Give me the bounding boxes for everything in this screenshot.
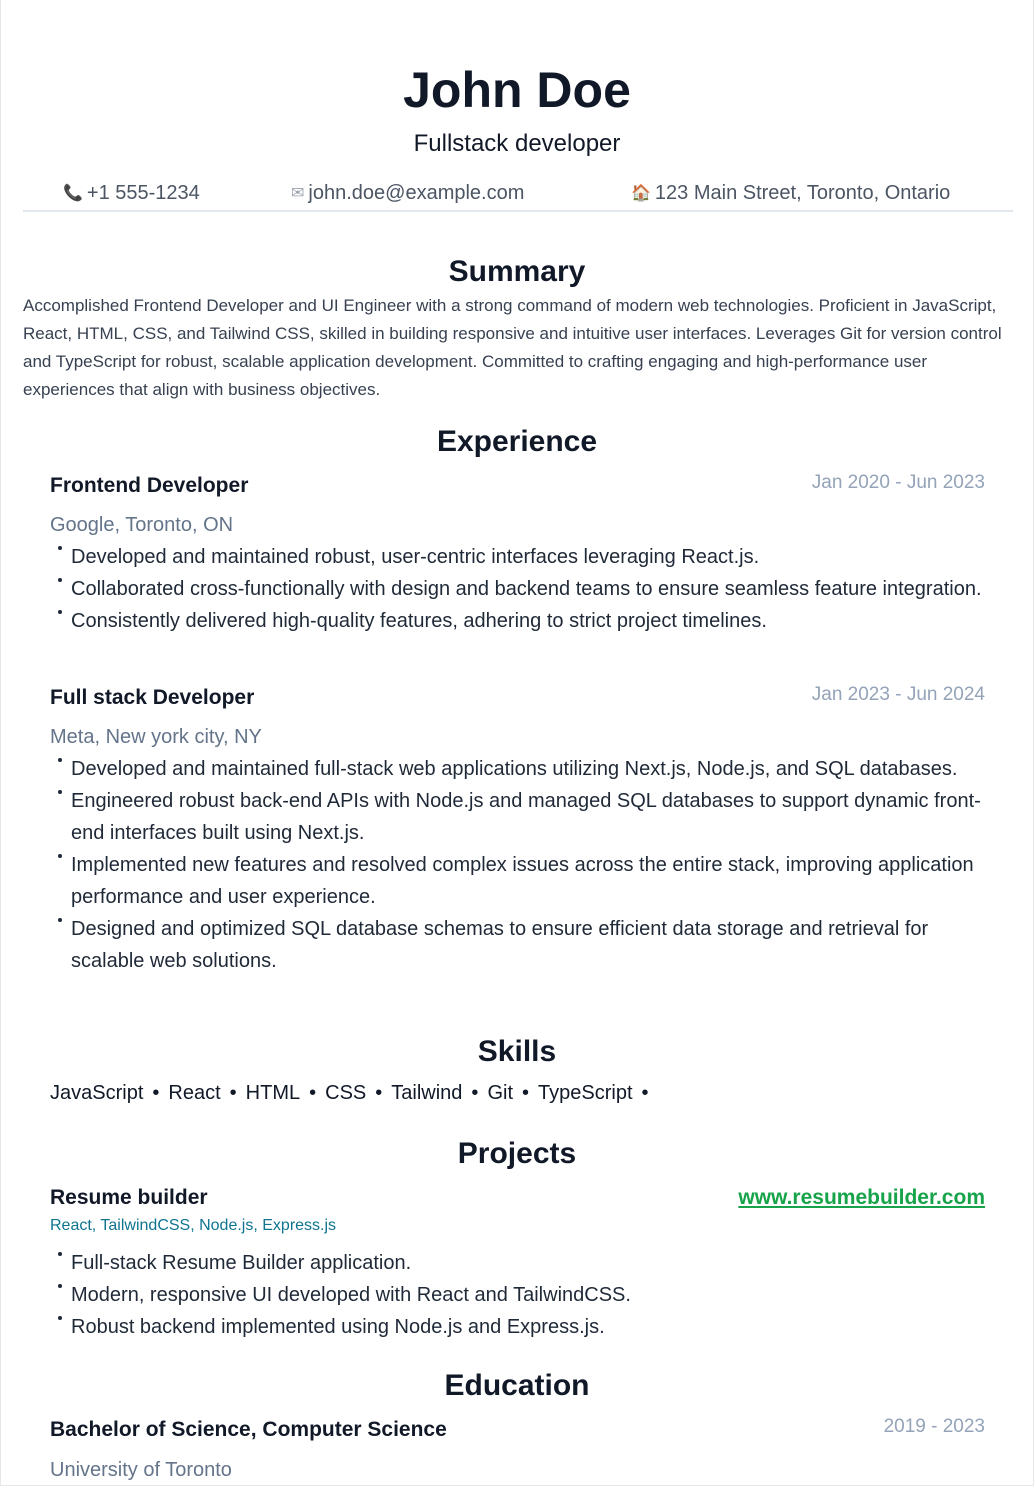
email-text: john.doe@example.com [308, 182, 525, 204]
skills-heading: Skills [477, 1035, 557, 1068]
bullet-item: Collaborated cross-functionally with des… [50, 573, 1000, 605]
skill-separator: • [641, 1082, 649, 1104]
job-bullets: Developed and maintained full-stack web … [50, 753, 1000, 977]
job-title: Full stack Developer [50, 686, 255, 709]
bullet-item: Designed and optimized SQL database sche… [50, 913, 1000, 977]
skill-item: HTML [245, 1082, 301, 1104]
skill-item: CSS [325, 1082, 367, 1104]
skill-separator: • [375, 1082, 383, 1104]
skill-separator: • [471, 1082, 479, 1104]
contact-row: 📞 +1 555-1234 ✉ john.doe@example.com 🏠 123 … [23, 178, 1013, 212]
project-bullets: Full-stack Resume Builder application. M… [50, 1247, 1000, 1343]
phone-icon: 📞 [63, 185, 83, 202]
phone-text: +1 555-1234 [86, 182, 200, 204]
job-bullets: Developed and maintained robust, user-ce… [50, 541, 1000, 637]
bullet-item: Implemented new features and resolved co… [50, 849, 1000, 913]
bullet-item: Consistently delivered high-quality feat… [50, 605, 1000, 637]
experience-heading: Experience [436, 425, 598, 458]
email-icon: ✉ [291, 185, 305, 202]
skill-item: React [168, 1082, 221, 1104]
summary-heading: Summary [448, 255, 586, 288]
job-dates: Jan 2020 - Jun 2023 [811, 472, 985, 493]
contact-phone: 📞 +1 555-1234 [63, 178, 200, 209]
candidate-name: John Doe [403, 62, 631, 118]
candidate-role: Fullstack developer [413, 130, 621, 157]
house-icon: 🏠 [631, 185, 651, 202]
skill-separator: • [522, 1082, 530, 1104]
bullet-item: Developed and maintained robust, user-ce… [50, 541, 1000, 573]
skill-item: JavaScript [50, 1082, 144, 1104]
project-link[interactable]: www.resumebuilder.com [738, 1184, 985, 1212]
education-school: University of Toronto [50, 1459, 232, 1481]
bullet-item: Developed and maintained full-stack web … [50, 753, 1000, 785]
bullet-item: Modern, responsive UI developed with Rea… [50, 1279, 1000, 1311]
skills-list: JavaScript • React • HTML • CSS • Tailwind • Git • T… [50, 1078, 658, 1108]
projects-heading: Projects [457, 1137, 577, 1170]
skill-separator: • [309, 1082, 317, 1104]
skill-item: TypeScript [538, 1082, 633, 1104]
skill-separator: • [152, 1082, 160, 1104]
job-organization: Meta, New york city, NY [50, 726, 262, 748]
skill-separator: • [229, 1082, 237, 1104]
project-title: Resume builder [50, 1186, 208, 1209]
education-dates: 2019 - 2023 [883, 1416, 985, 1437]
summary-text: Accomplished Frontend Developer and UI E… [23, 296, 1002, 399]
bullet-item: Engineered robust back-end APIs with Nod… [50, 785, 1000, 849]
job-title: Frontend Developer [50, 474, 249, 497]
address-text: 123 Main Street, Toronto, Ontario [654, 182, 951, 204]
job-organization: Google, Toronto, ON [50, 514, 234, 536]
skill-item: Tailwind [391, 1082, 463, 1104]
education-heading: Education [444, 1369, 590, 1402]
education-degree: Bachelor of Science, Computer Science [50, 1418, 447, 1441]
resume-page: John Doe Fullstack developer 📞 +1 555-123… [0, 0, 1034, 1486]
bullet-item: Full-stack Resume Builder application. [50, 1247, 1000, 1279]
contact-email[interactable]: ✉ john.doe@example.com [291, 178, 524, 209]
bullet-item: Robust backend implemented using Node.js… [50, 1311, 1000, 1343]
skill-item: Git [487, 1082, 513, 1104]
contact-address: 🏠 123 Main Street, Toronto, Ontario [631, 178, 950, 209]
job-dates: Jan 2023 - Jun 2024 [811, 684, 985, 705]
project-tech-stack: React, TailwindCSS, Node.js, Express.js [50, 1217, 337, 1234]
